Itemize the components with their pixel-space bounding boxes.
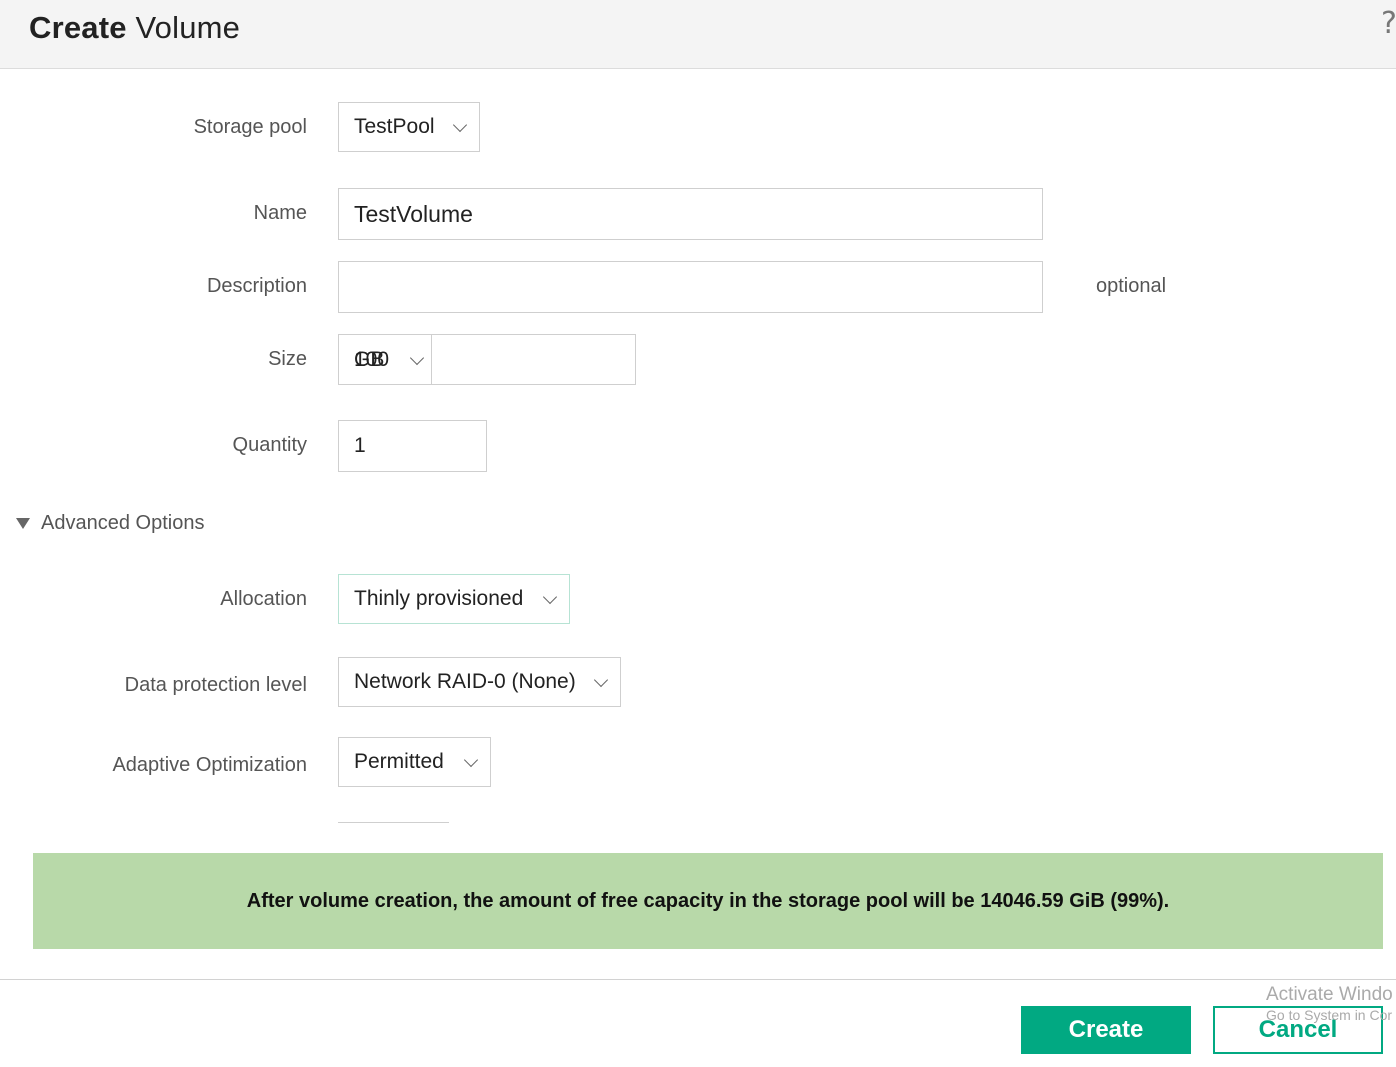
quantity-value: 1 <box>354 434 366 457</box>
allocation-label: Allocation <box>220 588 307 610</box>
data-protection-label: Data protection level <box>124 674 307 696</box>
adaptive-optimization-value: Permitted <box>354 750 444 773</box>
quantity-label: Quantity <box>232 434 307 456</box>
help-icon[interactable]: ? <box>1381 6 1396 41</box>
footer-divider <box>0 979 1396 980</box>
name-label: Name <box>253 202 307 224</box>
create-button[interactable]: Create <box>1021 1006 1191 1054</box>
storage-pool-value: TestPool <box>354 115 435 138</box>
storage-pool-label: Storage pool <box>193 116 307 138</box>
size-unit-value: GB 100 <box>354 347 390 371</box>
chevron-down-icon <box>542 589 558 604</box>
data-protection-value: Network RAID-0 (None) <box>354 670 576 693</box>
data-protection-select[interactable]: Network RAID-0 (None) <box>338 657 621 707</box>
allocation-value: Thinly provisioned <box>354 587 524 610</box>
cancel-button[interactable]: Cancel <box>1213 1006 1383 1054</box>
dialog-title: Create Volume <box>29 10 241 45</box>
chevron-down-icon <box>452 117 468 132</box>
storage-pool-select[interactable]: TestPool <box>338 102 480 152</box>
description-input[interactable] <box>338 261 1043 313</box>
dialog-header: Create Volume ? <box>0 0 1396 69</box>
size-unit-select[interactable]: GB 100 <box>339 335 432 384</box>
name-input[interactable]: TestVolume <box>338 188 1043 240</box>
advanced-options-label: Advanced Options <box>41 512 205 534</box>
advanced-options-toggle[interactable]: Advanced Options <box>16 512 204 535</box>
chevron-down-icon <box>463 752 479 767</box>
size-label: Size <box>268 348 307 370</box>
capacity-info-banner: After volume creation, the amount of fre… <box>33 853 1383 949</box>
capacity-info-message: After volume creation, the amount of fre… <box>246 889 1170 912</box>
allocation-select[interactable]: Thinly provisioned <box>338 574 570 624</box>
chevron-down-icon <box>593 672 609 687</box>
adaptive-optimization-label: Adaptive Optimization <box>112 754 307 776</box>
name-value: TestVolume <box>354 200 473 227</box>
size-field: GB 100 <box>338 334 636 385</box>
triangle-down-icon <box>16 518 30 529</box>
description-optional-hint: optional <box>1096 275 1167 297</box>
description-label: Description <box>206 275 307 297</box>
chevron-down-icon <box>409 350 425 366</box>
divider <box>338 822 449 823</box>
quantity-input[interactable]: 1 <box>338 420 487 472</box>
adaptive-optimization-select[interactable]: Permitted <box>338 737 491 787</box>
